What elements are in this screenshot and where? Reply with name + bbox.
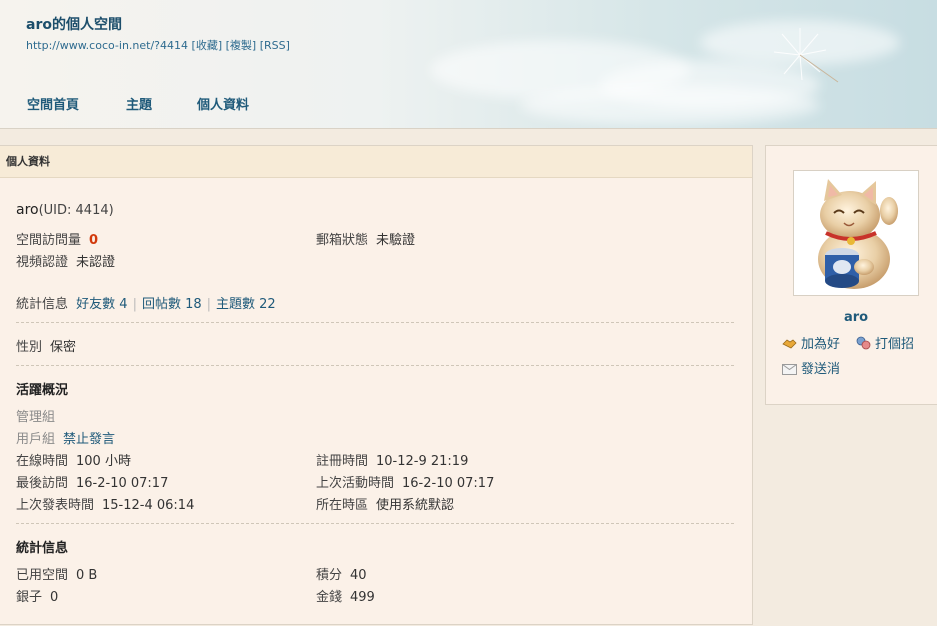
separator: | (132, 297, 137, 312)
points-label: 積分 (316, 568, 343, 583)
add-friend-action[interactable]: 加為好 (782, 333, 840, 354)
add-friend-label: 加為好 (801, 337, 841, 352)
stats-title: 統計信息 (16, 541, 69, 556)
stats-label: 統計信息 (16, 297, 69, 312)
last-post-row: 上次發表時間 15-12-4 06:14 (16, 494, 194, 513)
activity-title: 活躍概況 (16, 383, 69, 398)
visits-value: 0 (89, 233, 99, 248)
user-group-link[interactable]: 禁止發言 (63, 432, 115, 447)
admin-group-label: 管理組 (16, 410, 56, 425)
online-value: 100 小時 (76, 454, 131, 469)
space-header: aro的個人空間 http://www.coco-in.net/?4414 [收… (0, 0, 937, 129)
username-line: aro(UID: 4414) (16, 202, 114, 218)
separator: | (206, 297, 212, 312)
send-message-label: 發送消 (801, 362, 841, 377)
timezone-row: 所在時區 使用系統默認 (316, 494, 454, 513)
profile-panel: 個人資料 aro(UID: 4414) 空間訪問量 0 郵箱狀態 未驗證 視頻認證未… (0, 145, 753, 625)
lucky-cat-avatar-icon (818, 179, 898, 289)
nav-threads[interactable]: 主題 (126, 94, 152, 113)
visits-row: 空間訪問量 0 (16, 229, 98, 248)
copy-link[interactable]: [複製] (226, 39, 257, 52)
nav-profile[interactable]: 個人資料 (197, 94, 249, 113)
username: aro (16, 202, 39, 218)
silver-row: 銀子 0 (16, 586, 58, 605)
last-visit-row: 最後訪問 16-2-10 07:17 (16, 472, 168, 491)
gold-label: 金錢 (316, 590, 343, 605)
reg-row: 註冊時間 10-12-9 21:19 (316, 450, 468, 469)
user-card: aro 加為好 打個招 發送消 (765, 145, 937, 405)
admin-group-row: 管理組 (16, 406, 55, 425)
last-post-label: 上次發表時間 (16, 498, 95, 513)
online-label: 在線時間 (16, 454, 69, 469)
avatar[interactable] (793, 170, 919, 296)
stats-row: 統計信息 好友數 4 | 回帖數 18 | 主題數 22 (16, 293, 276, 312)
space-url-line: http://www.coco-in.net/?4414 [收藏] [複製] [… (26, 37, 290, 53)
video-row: 視頻認證 未認證 (16, 251, 115, 270)
gender-label: 性別 (16, 340, 43, 355)
timezone-label: 所在時區 (316, 498, 369, 513)
divider (16, 322, 734, 323)
points-value: 40 (350, 568, 367, 583)
last-visit-value: 16-2-10 07:17 (76, 476, 169, 491)
envelope-icon (782, 364, 797, 379)
user-group-row: 用戶組 禁止發言 (16, 428, 115, 447)
friends-link[interactable]: 好友數 4 (76, 297, 127, 312)
last-active-value: 16-2-10 07:17 (402, 476, 495, 491)
email-label: 郵箱狀態 (316, 233, 369, 248)
greet-action[interactable]: 打個招 (856, 333, 914, 354)
send-message-action[interactable]: 發送消 (782, 358, 840, 379)
last-visit-label: 最後訪問 (16, 476, 69, 491)
last-post-value: 15-12-4 06:14 (102, 498, 195, 513)
email-value: 未驗證 (376, 233, 416, 248)
space-used-label: 已用空間 (16, 568, 69, 583)
online-row: 在線時間 100 小時 (16, 450, 131, 469)
silver-value: 0 (50, 590, 59, 605)
favorite-link[interactable]: [收藏] (192, 39, 223, 52)
last-active-label: 上次活動時間 (316, 476, 395, 491)
reg-label: 註冊時間 (316, 454, 369, 469)
card-username[interactable]: aro (766, 310, 937, 325)
gender-row: 性別 保密 (16, 336, 76, 355)
space-used-value: 0 B (76, 568, 98, 583)
uid: (UID: 4414) (38, 203, 114, 218)
panel-title: 個人資料 (0, 146, 752, 178)
video-value: 未認證 (76, 255, 116, 270)
handshake-icon (782, 337, 797, 354)
dandelion-decoration (773, 28, 839, 83)
space-used-row: 已用空間 0 B (16, 564, 97, 583)
gold-value: 499 (350, 590, 375, 605)
video-label: 視頻認證 (16, 255, 69, 270)
last-active-row: 上次活動時間 16-2-10 07:17 (316, 472, 494, 491)
space-title[interactable]: aro的個人空間 (26, 14, 122, 34)
rss-link[interactable]: [RSS] (260, 39, 290, 52)
visits-label: 空間訪問量 (16, 233, 82, 248)
email-row: 郵箱狀態 未驗證 (316, 229, 415, 248)
user-group-label: 用戶組 (16, 432, 56, 447)
divider (16, 365, 734, 366)
greet-label: 打個招 (875, 337, 915, 352)
poke-icon (856, 336, 871, 354)
gender-value: 保密 (50, 340, 77, 355)
nav-space-home[interactable]: 空間首頁 (27, 94, 79, 113)
silver-label: 銀子 (16, 590, 43, 605)
gold-row: 金錢 499 (316, 586, 375, 605)
space-url-link[interactable]: http://www.coco-in.net/?4414 (26, 39, 188, 52)
timezone-value: 使用系統默認 (376, 498, 455, 513)
points-row: 積分 40 (316, 564, 367, 583)
reg-value: 10-12-9 21:19 (376, 454, 469, 469)
threads-link[interactable]: 主題數 22 (216, 297, 276, 312)
replies-link[interactable]: 回帖數 18 (142, 297, 202, 312)
divider (16, 523, 734, 524)
